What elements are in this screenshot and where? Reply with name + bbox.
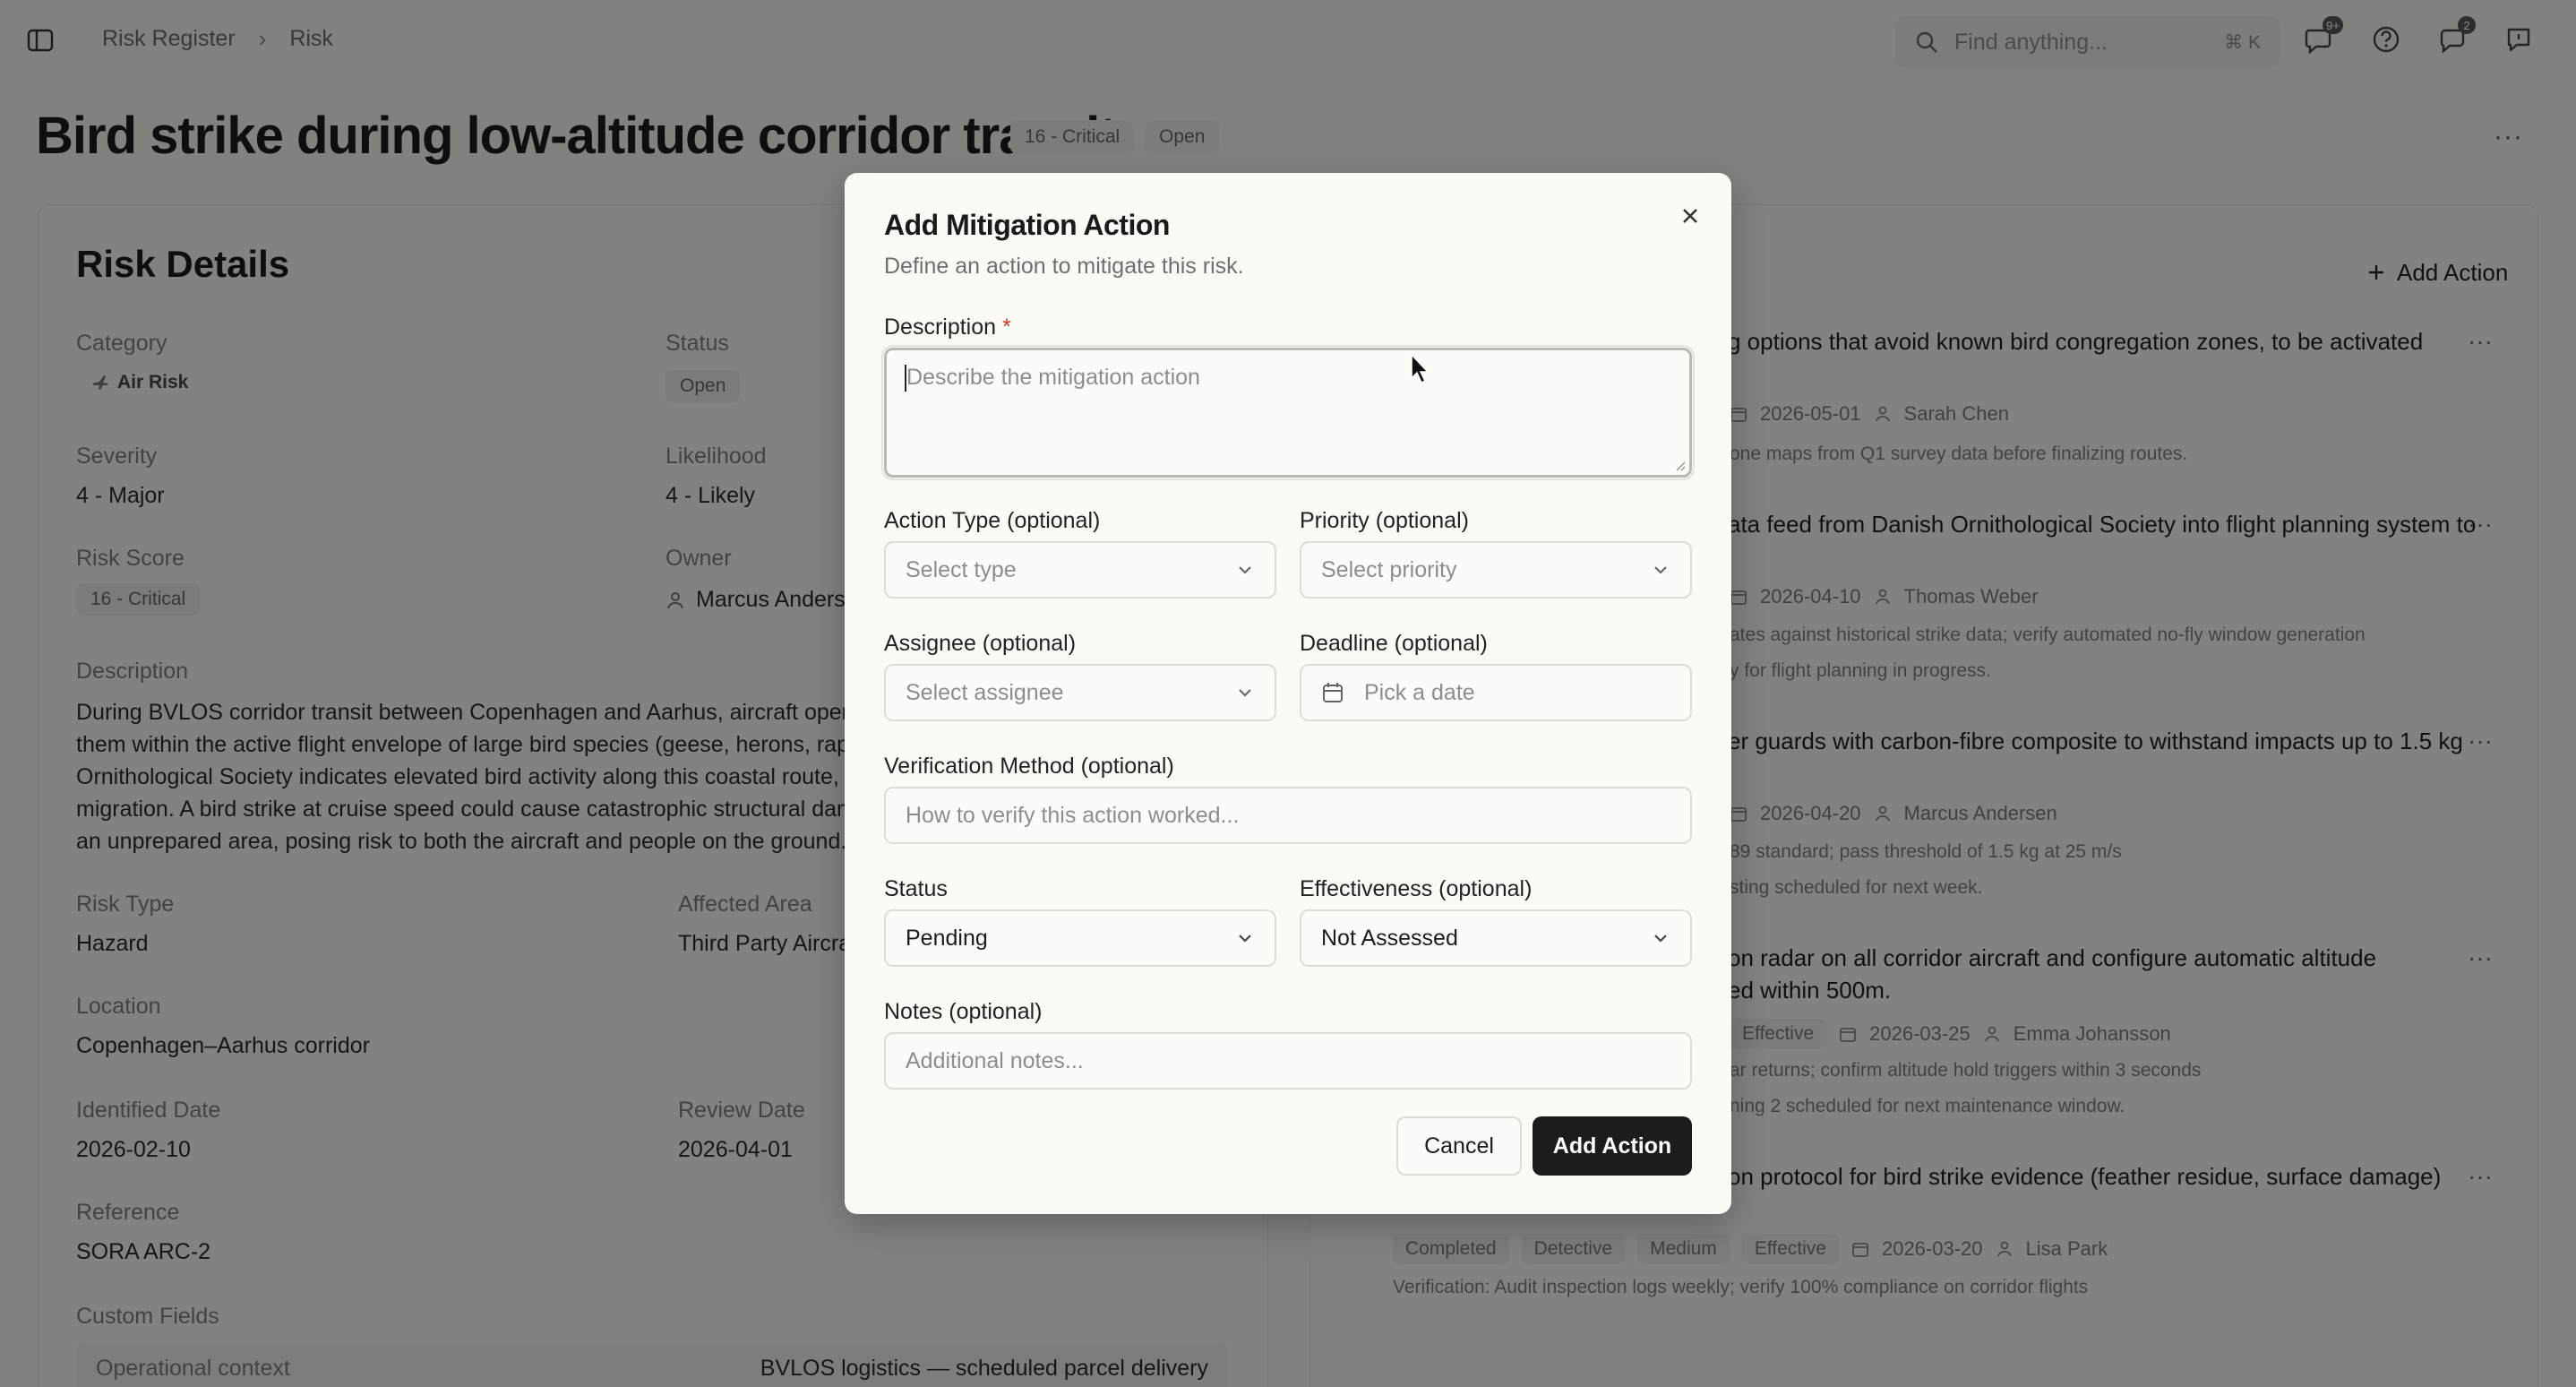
mouse-cursor-icon [1411, 353, 1430, 384]
description-textarea[interactable]: Describe the mitigation action [881, 345, 1695, 480]
assignee-label: Assignee (optional) [884, 631, 1077, 656]
close-icon[interactable] [1674, 200, 1706, 232]
status-select-value: Pending [906, 925, 988, 951]
description-field-label: Description * [884, 314, 1011, 340]
submit-add-action-button[interactable]: Add Action [1533, 1116, 1692, 1176]
deadline-date-picker[interactable]: Pick a date [1300, 664, 1692, 721]
verification-placeholder: How to verify this action worked... [906, 802, 1240, 828]
dialog-title: Add Mitigation Action [884, 209, 1170, 241]
deadline-placeholder: Pick a date [1364, 679, 1475, 705]
status-field-label: Status [884, 876, 948, 901]
verification-label: Verification Method (optional) [884, 754, 1174, 779]
verification-input[interactable]: How to verify this action worked... [884, 787, 1692, 844]
effectiveness-label: Effectiveness (optional) [1300, 876, 1533, 901]
description-placeholder: Describe the mitigation action [906, 365, 1200, 390]
priority-label: Priority (optional) [1300, 508, 1469, 533]
calendar-icon [1323, 683, 1343, 702]
notes-input[interactable]: Additional notes... [884, 1032, 1692, 1090]
add-mitigation-action-dialog: Add Mitigation Action Define an action t… [845, 173, 1731, 1214]
status-select[interactable]: Pending [884, 909, 1276, 967]
action-type-select[interactable]: Select type [884, 541, 1276, 599]
notes-placeholder: Additional notes... [906, 1047, 1084, 1073]
cancel-button[interactable]: Cancel [1396, 1116, 1522, 1176]
chevron-down-icon [1239, 935, 1251, 943]
action-type-placeholder: Select type [906, 556, 1017, 582]
chevron-down-icon [1654, 935, 1667, 943]
chevron-down-icon [1239, 566, 1251, 574]
notes-label: Notes (optional) [884, 999, 1043, 1024]
deadline-label: Deadline (optional) [1300, 631, 1488, 656]
effectiveness-select-value: Not Assessed [1321, 925, 1458, 951]
description-label-text: Description [884, 314, 997, 340]
chevron-down-icon [1239, 689, 1251, 697]
resize-handle-icon[interactable] [1673, 459, 1686, 471]
chevron-down-icon [1654, 566, 1667, 574]
effectiveness-select[interactable]: Not Assessed [1300, 909, 1692, 967]
dialog-subtitle: Define an action to mitigate this risk. [884, 254, 1244, 279]
priority-placeholder: Select priority [1321, 556, 1457, 582]
required-marker: * [1002, 314, 1011, 340]
assignee-select[interactable]: Select assignee [884, 664, 1276, 721]
priority-select[interactable]: Select priority [1300, 541, 1692, 599]
action-type-label: Action Type (optional) [884, 508, 1101, 533]
assignee-placeholder: Select assignee [906, 679, 1064, 705]
